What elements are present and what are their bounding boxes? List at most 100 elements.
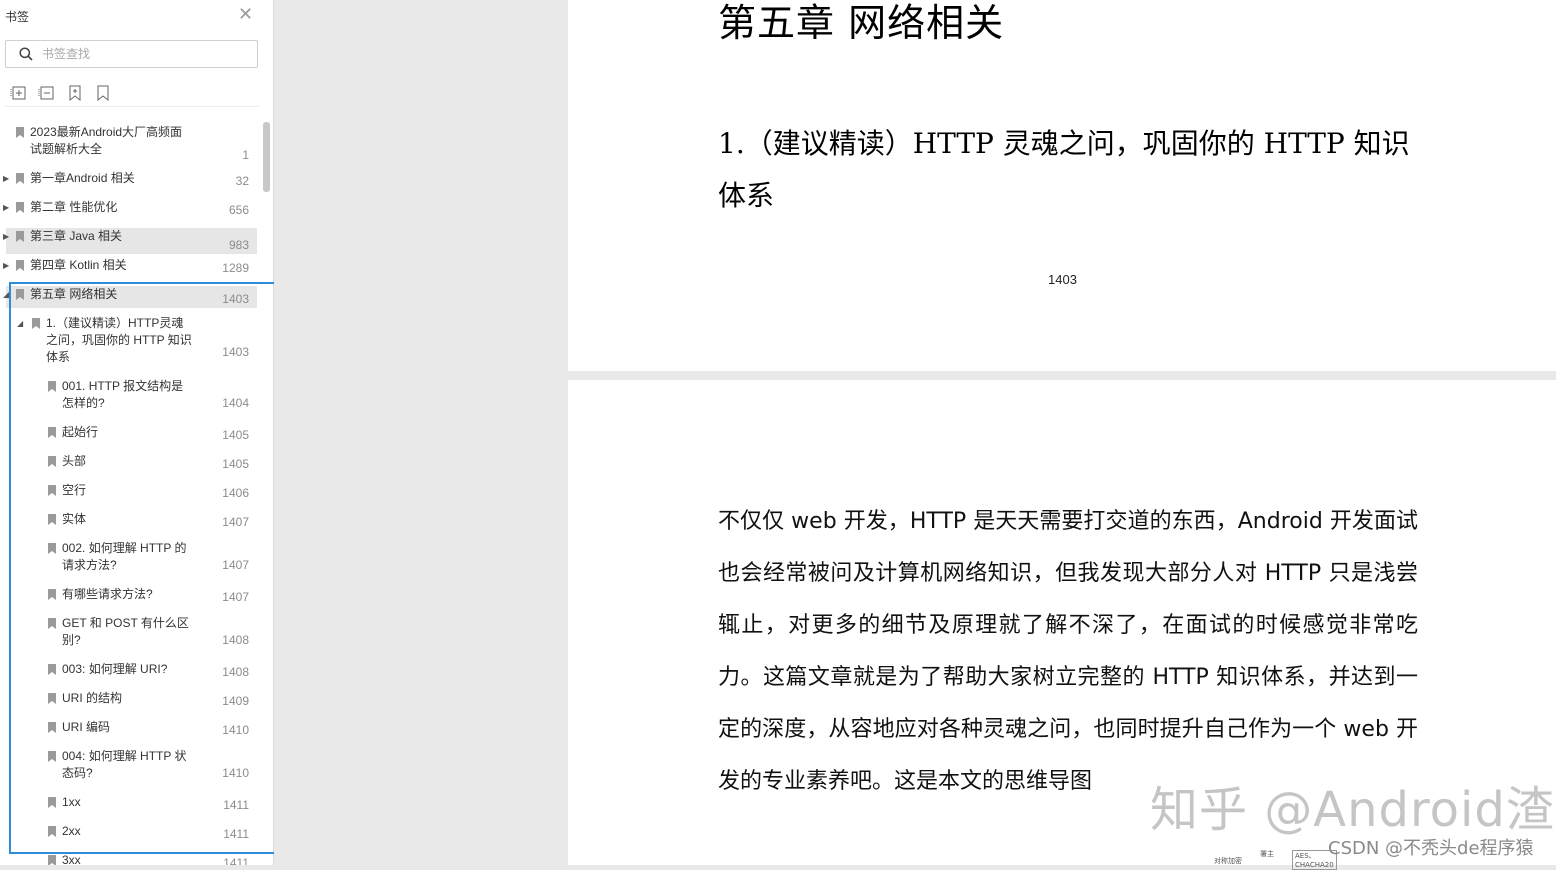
bookmark-page-number: 1410 <box>222 723 249 737</box>
bookmark-label-line: URI 编码 <box>62 720 111 734</box>
bookmark-label-line: 2023最新Android大厂高频面 <box>30 125 183 139</box>
bookmark-label-line: 怎样的? <box>62 396 105 410</box>
bookmark-item[interactable]: 002. 如何理解 HTTP 的请求方法? 1407 <box>6 540 257 574</box>
bookmark-label: 3xx <box>62 852 81 865</box>
bookmark-icon <box>48 751 56 762</box>
bookmark-icon <box>48 514 56 525</box>
scrollbar-thumb[interactable] <box>263 122 270 192</box>
collapse-arrow-icon[interactable]: ◢ <box>17 315 25 332</box>
bookmark-item[interactable]: 有哪些请求方法? 1407 <box>6 586 257 606</box>
bookmark-item[interactable]: ▶ 第二章 性能优化 656 <box>3 199 257 219</box>
panel-title: 书签 <box>5 10 30 24</box>
bookmark-label: 第五章 网络相关 <box>30 286 117 303</box>
bookmark-icon <box>16 260 24 271</box>
bookmark-label: 第三章 Java 相关 <box>30 228 122 245</box>
document-viewer[interactable]: 第五章 网络相关 1.（建议精读）HTTP 灵魂之问，巩固你的 HTTP 知识体… <box>274 0 1556 865</box>
bookmark-item[interactable]: ◢ 1.（建议精读）HTTP灵魂 之问，巩固你的 HTTP 知识 体系 1403 <box>6 315 257 364</box>
bookmark-search-input[interactable] <box>42 45 247 63</box>
bookmark-item[interactable]: 3xx 1411 <box>6 852 257 865</box>
bookmark-label: 第二章 性能优化 <box>30 199 117 216</box>
expand-arrow-icon[interactable]: ▶ <box>3 257 11 274</box>
bookmark-label-line: 有哪些请求方法? <box>62 587 153 601</box>
bookmark-page-number: 1405 <box>222 428 249 442</box>
expand-arrow-icon[interactable]: ▶ <box>3 199 11 216</box>
section-heading: 1.（建议精读）HTTP 灵魂之问，巩固你的 HTTP 知识体系 <box>718 127 1410 212</box>
bookmark-icon <box>48 427 56 438</box>
expand-arrow-icon[interactable]: ▶ <box>3 228 11 245</box>
bookmark-item[interactable]: ▶ 第三章 Java 相关 983 <box>3 228 257 254</box>
bookmark-label-line: 003: 如何理解 URI? <box>62 662 168 676</box>
bookmark-label-line: 请求方法? <box>62 558 117 572</box>
bookmark-label-line: GET 和 POST 有什么区 <box>62 616 189 630</box>
bookmark-item[interactable]: 起始行 1405 <box>6 424 257 444</box>
bookmark-label-line: 3xx <box>62 853 81 865</box>
bookmark-page-number: 1411 <box>223 827 249 841</box>
bookmark-label-line: 004: 如何理解 HTTP 状 <box>62 749 187 763</box>
bookmark-label: 空行 <box>62 482 86 499</box>
bookmark-item[interactable]: 001. HTTP 报文结构是 怎样的? 1404 <box>6 378 257 412</box>
bookmark-item[interactable]: 004: 如何理解 HTTP 状态码? 1410 <box>6 748 257 782</box>
bookmark-icon <box>48 722 56 733</box>
bookmark-item[interactable]: 实体 1407 <box>6 511 257 531</box>
bookmark-item[interactable]: ▶ 第四章 Kotlin 相关 1289 <box>3 257 257 277</box>
bookmark-icon <box>48 589 56 600</box>
bookmark-search-box[interactable] <box>5 40 258 68</box>
csdn-watermark: CSDN @不秃头de程序猿 <box>1328 838 1534 859</box>
bookmark-label-line: 体系 <box>46 350 71 364</box>
bookmark-icon <box>16 173 24 184</box>
bookmark-item[interactable]: ◢ 第五章 网络相关 1403 <box>3 286 257 308</box>
mind-map-fragment: 对称加密 署主 AES、CHACHA20 <box>1208 842 1337 870</box>
body-paragraph: 不仅仅 web 开发，HTTP 是天天需要打交道的东西，Android 开发面试… <box>718 509 1418 794</box>
bookmark-label: 第四章 Kotlin 相关 <box>30 257 127 274</box>
bookmark-label-line: 第二章 性能优化 <box>30 200 118 214</box>
bookmark-icon <box>16 202 24 213</box>
bookmark-item[interactable]: 头部 1405 <box>6 453 257 473</box>
bookmark-page-number: 1411 <box>223 798 249 812</box>
chapter-heading: 第五章 网络相关 <box>718 1 1005 45</box>
bookmark-page-number: 1403 <box>222 292 249 306</box>
bookmark-label: URI 的结构 <box>62 690 122 707</box>
divider <box>5 106 259 107</box>
bookmark-page-number: 1410 <box>222 766 249 780</box>
bookmark-label-line: 002. 如何理解 HTTP 的 <box>62 541 187 555</box>
close-icon[interactable]: ✕ <box>238 4 253 26</box>
bookmark-label: 001. HTTP 报文结构是 怎样的? <box>62 378 183 412</box>
bookmark-page-number: 1405 <box>222 457 249 471</box>
bookmark-icon <box>48 543 56 554</box>
bookmark-label-line: 2xx <box>62 824 81 838</box>
bookmark-item[interactable]: 003: 如何理解 URI? 1408 <box>6 661 257 681</box>
bookmark-item[interactable]: URI 编码 1410 <box>6 719 257 739</box>
bookmark-page-number: 1403 <box>222 345 249 359</box>
bookmark-icon <box>32 318 40 329</box>
bookmark-icon <box>16 231 24 242</box>
bookmark-item[interactable]: URI 的结构 1409 <box>6 690 257 710</box>
bookmark-item[interactable]: 1xx 1411 <box>6 794 257 814</box>
bookmark-icon[interactable] <box>94 84 112 102</box>
bookmark-label: 头部 <box>62 453 86 470</box>
bookmark-page-number: 656 <box>228 203 249 217</box>
bookmark-item[interactable]: 空行 1406 <box>6 482 257 502</box>
collapse-all-icon[interactable] <box>38 84 56 102</box>
expand-all-icon[interactable] <box>10 84 28 102</box>
bookmark-page-number: 1 <box>242 148 249 162</box>
bookmark-item[interactable]: 2023最新Android大厂高频面 试题解析大全 1 <box>6 124 257 164</box>
expand-arrow-icon[interactable]: ▶ <box>3 170 11 187</box>
bookmark-label: 2023最新Android大厂高频面 试题解析大全 <box>30 124 182 158</box>
bookmark-label: 第一章Android 相关 <box>30 170 135 187</box>
bookmark-page-number: 32 <box>235 174 249 188</box>
bookmark-label-line: 第五章 网络相关 <box>30 287 118 301</box>
bookmark-icon <box>48 664 56 675</box>
bookmark-label: 起始行 <box>62 424 98 441</box>
bookmark-item[interactable]: GET 和 POST 有什么区 别? 1408 <box>6 615 257 649</box>
bookmark-label: 实体 <box>62 511 86 528</box>
bookmark-item[interactable]: 2xx 1411 <box>6 823 257 843</box>
document-page: 第五章 网络相关 1.（建议精读）HTTP 灵魂之问，巩固你的 HTTP 知识体… <box>568 0 1556 371</box>
bookmark-label-line: 1xx <box>62 795 81 809</box>
bookmarks-panel: 书签 ✕ 2023最新Android大厂高频面试题解析大全 1 ▶ 第一章Androi… <box>0 0 274 865</box>
add-bookmark-icon[interactable] <box>66 84 84 102</box>
bookmark-icon <box>48 456 56 467</box>
bookmark-page-number: 1407 <box>222 515 249 529</box>
bookmark-label-line: 001. HTTP 报文结构是 <box>62 379 184 393</box>
collapse-arrow-icon[interactable]: ◢ <box>3 286 11 303</box>
bookmark-item[interactable]: ▶ 第一章Android 相关 32 <box>3 170 257 190</box>
